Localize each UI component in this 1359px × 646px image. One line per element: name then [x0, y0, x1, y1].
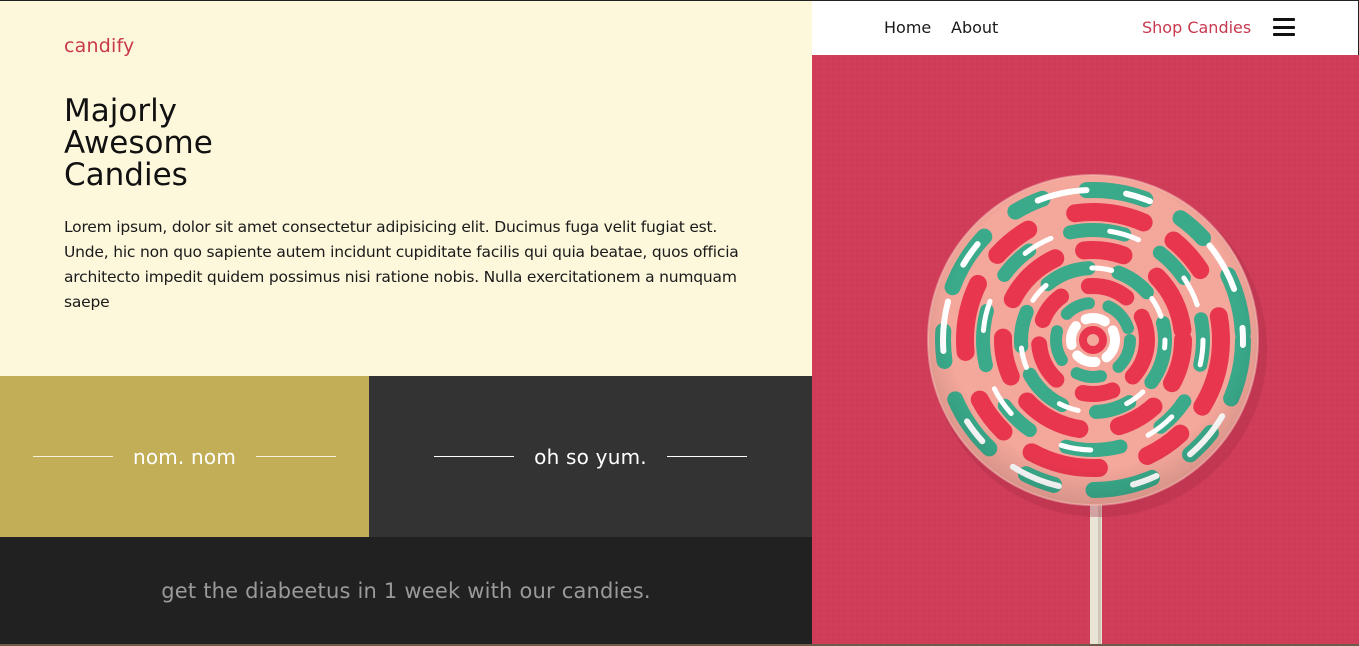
headline-line-3: Candies	[64, 157, 188, 193]
tagline: get the diabeetus in 1 week with our can…	[161, 578, 651, 603]
hamburger-bar	[1273, 25, 1295, 29]
tile-label: oh so yum.	[534, 444, 647, 469]
brand-logo[interactable]: candify	[64, 35, 134, 57]
left-panel: candify Majorly Awesome Candies Lorem ip…	[0, 0, 812, 646]
headline-line-1: Majorly	[64, 93, 178, 129]
headline-line-2: Awesome	[64, 125, 213, 161]
divider-line	[434, 456, 515, 457]
lollipop-photo	[812, 55, 1359, 644]
tagline-band: get the diabeetus in 1 week with our can…	[0, 537, 812, 644]
divider-line	[256, 456, 337, 457]
hero-description: Lorem ipsum, dolor sit amet consectetur …	[64, 218, 739, 311]
feature-tile-oh-so-yum: oh so yum.	[369, 376, 812, 537]
divider-line	[32, 456, 113, 457]
navbar: Home About Shop Candies	[812, 0, 1359, 55]
nav-about-link[interactable]: About	[951, 18, 998, 37]
hamburger-menu-icon[interactable]	[1273, 18, 1295, 36]
lollipop-image	[812, 55, 1359, 644]
nav-shop-candies-link[interactable]: Shop Candies	[1142, 18, 1251, 37]
right-panel: Home About Shop Candies	[812, 0, 1359, 646]
tile-label: nom. nom	[132, 444, 237, 469]
feature-tile-nom-nom: nom. nom	[0, 376, 369, 537]
hamburger-bar	[1273, 33, 1295, 36]
nav-home-link[interactable]: Home	[884, 18, 931, 37]
divider-line	[666, 456, 747, 457]
hero-section: candify Majorly Awesome Candies Lorem ip…	[0, 0, 812, 376]
page-title: Majorly Awesome Candies	[64, 95, 324, 191]
hamburger-bar	[1273, 18, 1295, 21]
